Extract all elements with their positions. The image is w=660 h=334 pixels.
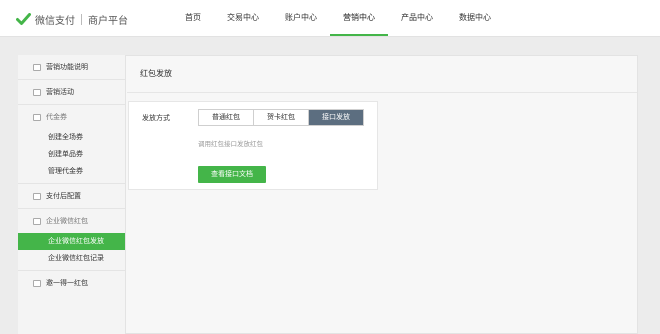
sidebar-item-label: 营销功能说明 [46, 64, 88, 71]
info-icon [33, 63, 41, 71]
sidebar-item-red-packet-records[interactable]: 企业微信红包记录 [18, 250, 125, 267]
nav-item-account[interactable]: 账户中心 [272, 0, 330, 36]
sidebar-header-label: 代金券 [46, 114, 67, 121]
sidebar-group-invite: 邀一得一红包 [18, 271, 125, 295]
sidebar: 营销功能说明 营销活动 代金券 创建全场券 创建单品券 管理代金券 支付后配置 … [18, 55, 126, 334]
brand-name: 微信支付 [35, 15, 75, 27]
sidebar-item-marketing-intro[interactable]: 营销功能说明 [18, 55, 125, 79]
sidebar-item-marketing-activity[interactable]: 营销活动 [18, 80, 125, 104]
nav-item-data[interactable]: 数据中心 [446, 0, 504, 36]
send-method-tabs: 普通红包 贺卡红包 接口发放 [198, 109, 364, 126]
settings-doc-icon [33, 192, 41, 200]
sidebar-item-manage-coupons[interactable]: 管理代金券 [18, 163, 125, 180]
nav-item-home[interactable]: 首页 [172, 0, 214, 36]
brand-logo[interactable]: 微信支付 商户平台 [16, 11, 128, 27]
view-api-docs-button[interactable]: 查看接口文档 [198, 166, 266, 183]
tab-normal-red-packet[interactable]: 普通红包 [199, 110, 254, 125]
invite-icon [33, 279, 41, 287]
sidebar-item-create-store-coupon[interactable]: 创建全场券 [18, 129, 125, 146]
sidebar-item-create-product-coupon[interactable]: 创建单品券 [18, 146, 125, 163]
sidebar-item-label: 营销活动 [46, 89, 74, 96]
nav-item-products[interactable]: 产品中心 [388, 0, 446, 36]
gift-icon [33, 88, 41, 96]
coupon-icon [33, 113, 41, 121]
top-bar: 微信支付 商户平台 首页 交易中心 账户中心 营销中心 产品中心 数据中心 [0, 0, 660, 37]
tab-api-send[interactable]: 接口发放 [309, 110, 363, 125]
page-title: 红包发放 [127, 55, 637, 93]
sidebar-group-marketing-intro: 营销功能说明 [18, 55, 125, 80]
sidebar-header-coupons: 代金券 [18, 105, 125, 129]
tab-greeting-card-red-packet[interactable]: 贺卡红包 [254, 110, 309, 125]
send-method-label: 发放方式 [142, 115, 170, 122]
sidebar-item-red-packet-send[interactable]: 企业微信红包发放 [18, 233, 125, 250]
nav-item-transactions[interactable]: 交易中心 [214, 0, 272, 36]
red-packet-icon [33, 217, 41, 225]
brand-subtitle: 商户平台 [88, 15, 128, 27]
sidebar-group-red-packet: 企业微信红包 企业微信红包发放 企业微信红包记录 [18, 209, 125, 271]
main-nav: 首页 交易中心 账户中心 营销中心 产品中心 数据中心 [172, 0, 504, 36]
wechat-pay-logo-icon [16, 12, 31, 25]
sidebar-item-label: 支付后配置 [46, 193, 81, 200]
send-method-card: 发放方式 普通红包 贺卡红包 接口发放 调用红包接口发放红包 查看接口文档 [128, 101, 378, 190]
nav-item-marketing[interactable]: 营销中心 [330, 0, 388, 36]
sidebar-item-label: 邀一得一红包 [46, 280, 88, 287]
sidebar-group-marketing-activity: 营销活动 [18, 80, 125, 105]
sidebar-group-coupons: 代金券 创建全场券 创建单品券 管理代金券 [18, 105, 125, 184]
brand-divider [81, 13, 82, 25]
sidebar-group-post-payment: 支付后配置 [18, 184, 125, 209]
sidebar-item-post-payment-config[interactable]: 支付后配置 [18, 184, 125, 208]
sidebar-header-red-packet: 企业微信红包 [18, 209, 125, 233]
sidebar-item-invite-red-packet[interactable]: 邀一得一红包 [18, 271, 125, 295]
sidebar-header-label: 企业微信红包 [46, 218, 88, 225]
api-hint-text: 调用红包接口发放红包 [198, 141, 263, 148]
